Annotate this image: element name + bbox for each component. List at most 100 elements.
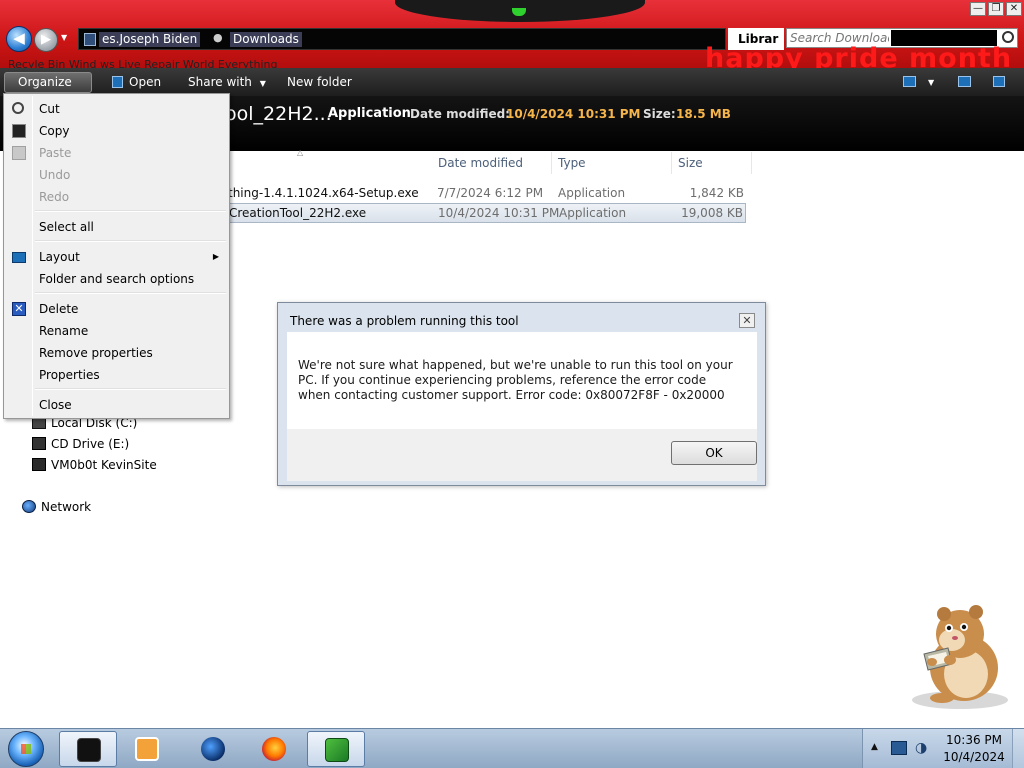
organize-button[interactable]: Organize ▼ <box>4 72 92 107</box>
menu-label: Close <box>39 398 72 412</box>
organize-label: Organize <box>18 75 72 89</box>
menu-separator <box>35 388 226 390</box>
delete-x-icon: ✕ <box>12 302 26 316</box>
network-icon[interactable]: ◑ <box>915 741 931 755</box>
menu-label: Folder and search options <box>39 272 195 286</box>
menu-label: Undo <box>39 168 71 182</box>
breadcrumb-downloads[interactable]: Downloads <box>230 32 302 47</box>
menu-item-properties[interactable]: Properties <box>6 364 227 386</box>
details-type: Application <box>328 106 411 121</box>
open-label: Open <box>129 75 162 89</box>
column-date-modified[interactable]: Date modified <box>432 152 552 174</box>
application-icon <box>112 76 123 88</box>
forward-button[interactable]: ▶ <box>34 28 58 52</box>
file-type: Application <box>559 206 627 220</box>
menu-label: Paste <box>39 146 72 160</box>
chevron-down-icon: ▼ <box>259 79 266 88</box>
column-size[interactable]: Size <box>672 152 752 174</box>
menu-label: Cut <box>39 102 60 116</box>
action-center-icon[interactable] <box>891 741 907 755</box>
clock-date[interactable]: 10/4/2024 <box>943 750 1005 764</box>
network-drive-icon <box>32 458 46 471</box>
file-row[interactable]: thing-1.4.1.1024.x64-Setup.exe 7/7/2024 … <box>228 183 746 203</box>
media-creation-tool-icon <box>325 738 349 762</box>
banner-text: happy pride month <box>705 43 1013 68</box>
back-button[interactable]: ◀ <box>6 26 32 52</box>
media-player-icon <box>135 737 159 761</box>
menu-item-redo[interactable]: Redo <box>6 186 227 208</box>
recent-pages-dropdown[interactable]: ▼ <box>61 33 71 45</box>
menu-item-delete[interactable]: ✕ Delete <box>6 298 227 320</box>
change-view-icon[interactable] <box>903 76 916 87</box>
share-with-button[interactable]: Share with ▼ <box>182 72 272 93</box>
maximize-button[interactable]: ❐ <box>988 2 1004 16</box>
show-desktop-button[interactable] <box>1012 729 1024 768</box>
menu-label: Select all <box>39 220 94 234</box>
menu-label: Rename <box>39 324 89 338</box>
menu-item-paste[interactable]: Paste <box>6 142 227 164</box>
chevron-right-icon: ▶ <box>212 252 219 261</box>
sort-ascending-icon: △ <box>297 148 304 157</box>
cd-drive-icon <box>32 437 46 450</box>
dialog-close-button[interactable]: ✕ <box>739 313 755 328</box>
address-bar[interactable]: es.Joseph Biden ● Downloads <box>78 28 726 50</box>
view-options-dropdown[interactable]: ▼ <box>922 72 940 93</box>
close-window-button[interactable]: ✕ <box>1006 2 1022 16</box>
windows-logo-icon <box>21 744 31 754</box>
menu-item-cut[interactable]: Cut <box>6 98 227 120</box>
menu-item-close[interactable]: Close <box>6 394 227 416</box>
details-filename: ool_22H2... <box>225 103 332 125</box>
menu-item-layout[interactable]: Layout ▶ <box>6 246 227 268</box>
search-icon[interactable] <box>1002 31 1014 43</box>
taskbar-media-player[interactable] <box>118 731 176 767</box>
ok-button[interactable]: OK <box>671 441 757 465</box>
share-with-label: Share with <box>188 75 252 89</box>
start-button[interactable] <box>8 731 44 767</box>
minimize-button[interactable]: — <box>970 2 986 16</box>
clock-time[interactable]: 10:36 PM <box>943 733 1005 747</box>
error-dialog: There was a problem running this tool ✕ … <box>277 302 766 486</box>
menu-item-copy[interactable]: Copy <box>6 120 227 142</box>
menu-separator <box>35 210 226 212</box>
preview-pane-icon[interactable] <box>958 76 971 87</box>
new-folder-button[interactable]: New folder <box>281 72 358 93</box>
taskbar: ▲ ◑ 10:36 PM 10/4/2024 <box>0 728 1024 768</box>
menu-item-select-all[interactable]: Select all <box>6 216 227 238</box>
decorative-notch <box>395 0 645 22</box>
breadcrumb-separator-icon[interactable]: ● <box>213 31 223 44</box>
tree-label: Network <box>41 500 92 514</box>
folder-icon <box>84 33 96 46</box>
taskbar-terminal[interactable] <box>59 731 117 767</box>
close-icon: ✕ <box>742 314 752 327</box>
file-name: CreationTool_22H2.exe <box>229 206 367 220</box>
menu-item-remove-properties[interactable]: Remove properties <box>6 342 227 364</box>
tree-label: CD Drive (E:) <box>51 437 130 451</box>
organize-menu: Cut Copy Paste Undo Redo Select all Layo… <box>3 93 230 419</box>
file-row-selected[interactable]: CreationTool_22H2.exe 10/4/2024 10:31 PM… <box>228 203 746 223</box>
hamster-gadget[interactable] <box>902 600 1012 712</box>
paste-icon <box>12 146 26 160</box>
dialog-body: We're not sure what happened, but we're … <box>287 332 757 429</box>
column-type[interactable]: Type <box>552 152 672 174</box>
taskbar-browser[interactable] <box>184 731 242 767</box>
taskbar-firefox[interactable] <box>245 731 303 767</box>
menu-separator <box>35 292 226 294</box>
open-button[interactable]: Open <box>106 72 167 93</box>
details-date-value: 10/4/2024 10:31 PM <box>506 107 641 121</box>
menu-item-undo[interactable]: Undo <box>6 164 227 186</box>
breadcrumb-user[interactable]: es.Joseph Biden <box>99 32 201 47</box>
taskbar-media-creation-tool[interactable] <box>307 731 365 767</box>
menu-item-folder-options[interactable]: Folder and search options <box>6 268 227 290</box>
arrow-left-icon: ◀ <box>13 29 25 47</box>
menu-item-rename[interactable]: Rename <box>6 320 227 342</box>
file-size: 1,842 KB <box>689 186 744 200</box>
firefox-icon <box>262 737 286 761</box>
tree-label: VM0b0t KevinSite <box>51 458 157 472</box>
globe-icon <box>22 500 36 513</box>
help-icon[interactable] <box>993 76 1005 87</box>
show-hidden-icons-button[interactable]: ▲ <box>871 742 878 752</box>
file-date: 7/7/2024 6:12 PM <box>437 186 544 200</box>
details-size-label: Size: <box>643 107 676 121</box>
command-bar: Organize ▼ Open Share with ▼ New folder … <box>0 68 1024 107</box>
menu-label: Delete <box>39 302 79 316</box>
